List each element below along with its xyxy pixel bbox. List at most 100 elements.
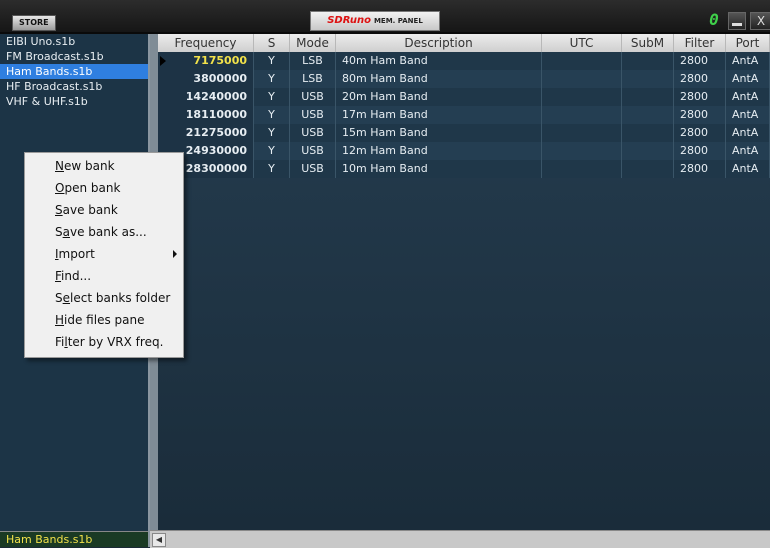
cell-filter: 2800 (674, 142, 726, 160)
menu-item-label: Hide files pane (55, 313, 145, 327)
cell-port: AntA (726, 106, 770, 124)
cell-description: 80m Ham Band (336, 70, 542, 88)
menu-item-hide-files-pane[interactable]: Hide files pane (25, 309, 183, 331)
cell-filter: 2800 (674, 106, 726, 124)
current-row-indicator-icon (160, 56, 166, 66)
cell-utc (542, 160, 622, 178)
menu-item-label: Save bank (55, 203, 118, 217)
cell-s: Y (254, 88, 290, 106)
cell-utc (542, 70, 622, 88)
title-bar: STORE SDRuno MEM. PANEL 0 X (0, 0, 770, 34)
cell-filter: 2800 (674, 124, 726, 142)
table-row[interactable]: 28300000 Y USB 10m Ham Band 2800 AntA (158, 160, 770, 178)
cell-description: 20m Ham Band (336, 88, 542, 106)
menu-item-filter-by-vrx-freq[interactable]: Filter by VRX freq. (25, 331, 183, 353)
cell-description: 15m Ham Band (336, 124, 542, 142)
memory-grid: Frequency S Mode Description UTC SubM Filter Po… (158, 34, 770, 530)
cell-s: Y (254, 142, 290, 160)
column-header-subm[interactable]: SubM (622, 34, 674, 52)
cell-s: Y (254, 106, 290, 124)
brand-name: SDRuno (327, 15, 371, 26)
cell-port: AntA (726, 124, 770, 142)
grid-header: Frequency S Mode Description UTC SubM Filter Po… (158, 34, 770, 53)
vrx-indicator[interactable]: 0 (706, 12, 722, 28)
cell-utc (542, 106, 622, 124)
cell-subm (622, 106, 674, 124)
menu-item-label: Open bank (55, 181, 121, 195)
table-row[interactable]: 21275000 Y USB 15m Ham Band 2800 AntA (158, 124, 770, 142)
cell-mode: USB (290, 160, 336, 178)
file-item[interactable]: FM Broadcast.s1b (0, 49, 148, 64)
cell-utc (542, 142, 622, 160)
menu-item-label: Filter by VRX freq. (55, 335, 164, 349)
cell-utc (542, 52, 622, 70)
cell-frequency: 3800000 (158, 70, 254, 88)
menu-item-new-bank[interactable]: New bank (25, 155, 183, 177)
menu-item-open-bank[interactable]: Open bank (25, 177, 183, 199)
cell-filter: 2800 (674, 52, 726, 70)
cell-port: AntA (726, 160, 770, 178)
cell-description: 17m Ham Band (336, 106, 542, 124)
column-header-filter[interactable]: Filter (674, 34, 726, 52)
menu-item-label: Import (55, 247, 95, 261)
table-row[interactable]: 18110000 Y USB 17m Ham Band 2800 AntA (158, 106, 770, 124)
close-button[interactable]: X (750, 12, 770, 30)
cell-frequency: 7175000 (158, 52, 254, 70)
cell-utc (542, 88, 622, 106)
menu-item-save-bank-as[interactable]: Save bank as... (25, 221, 183, 243)
menu-item-find[interactable]: Find... (25, 265, 183, 287)
column-header-utc[interactable]: UTC (542, 34, 622, 52)
menu-item-select-banks-folder[interactable]: Select banks folder (25, 287, 183, 309)
cell-mode: USB (290, 106, 336, 124)
cell-mode: USB (290, 88, 336, 106)
cell-description: 10m Ham Band (336, 160, 542, 178)
cell-port: AntA (726, 70, 770, 88)
cell-subm (622, 142, 674, 160)
cell-filter: 2800 (674, 70, 726, 88)
cell-s: Y (254, 52, 290, 70)
cell-utc (542, 124, 622, 142)
store-button[interactable]: STORE (12, 15, 56, 31)
table-row[interactable]: 14240000 Y USB 20m Ham Band 2800 AntA (158, 88, 770, 106)
column-header-description[interactable]: Description (336, 34, 542, 52)
cell-subm (622, 70, 674, 88)
file-item[interactable]: EIBI Uno.s1b (0, 34, 148, 49)
cell-description: 12m Ham Band (336, 142, 542, 160)
current-bank-label: Ham Bands.s1b (0, 531, 148, 547)
cell-subm (622, 124, 674, 142)
column-header-mode[interactable]: Mode (290, 34, 336, 52)
cell-mode: USB (290, 142, 336, 160)
cell-filter: 2800 (674, 160, 726, 178)
cell-mode: USB (290, 124, 336, 142)
file-list: EIBI Uno.s1b FM Broadcast.s1b Ham Bands.s1… (0, 34, 148, 109)
cell-s: Y (254, 124, 290, 142)
minimize-button[interactable] (728, 12, 746, 30)
cell-frequency: 14240000 (158, 88, 254, 106)
file-item[interactable]: VHF & UHF.s1b (0, 94, 148, 109)
cell-subm (622, 52, 674, 70)
cell-s: Y (254, 70, 290, 88)
menu-item-label: New bank (55, 159, 115, 173)
horizontal-scrollbar[interactable]: ◀ (150, 530, 770, 548)
file-item[interactable]: Ham Bands.s1b (0, 64, 148, 79)
submenu-arrow-icon (173, 250, 177, 258)
window-title: SDRuno MEM. PANEL (310, 11, 440, 31)
file-item[interactable]: HF Broadcast.s1b (0, 79, 148, 94)
table-row[interactable]: 3800000 Y LSB 80m Ham Band 2800 AntA (158, 70, 770, 88)
cell-subm (622, 160, 674, 178)
cell-filter: 2800 (674, 88, 726, 106)
cell-mode: LSB (290, 52, 336, 70)
panel-name: MEM. PANEL (373, 17, 423, 25)
column-header-s[interactable]: S (254, 34, 290, 52)
table-row[interactable]: 24930000 Y USB 12m Ham Band 2800 AntA (158, 142, 770, 160)
cell-s: Y (254, 160, 290, 178)
menu-item-label: Save bank as... (55, 225, 147, 239)
column-header-frequency[interactable]: Frequency (158, 34, 254, 52)
cell-mode: LSB (290, 70, 336, 88)
scroll-left-icon[interactable]: ◀ (152, 533, 166, 547)
menu-item-import[interactable]: Import (25, 243, 183, 265)
table-row[interactable]: 7175000 Y LSB 40m Ham Band 2800 AntA (158, 52, 770, 70)
menu-item-label: Select banks folder (55, 291, 171, 305)
menu-item-save-bank[interactable]: Save bank (25, 199, 183, 221)
column-header-port[interactable]: Port (726, 34, 770, 52)
